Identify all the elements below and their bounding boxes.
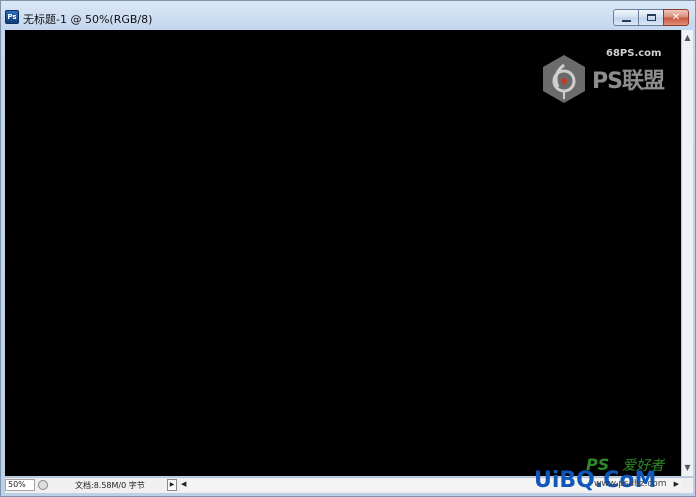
minimize-button[interactable] xyxy=(613,9,639,26)
maximize-icon xyxy=(647,14,656,21)
watermark-site: 68PS.com xyxy=(606,48,662,59)
minimize-icon xyxy=(622,20,631,22)
watermark-text: PS联盟 xyxy=(592,69,665,94)
scroll-up-icon[interactable]: ▲ xyxy=(682,32,693,44)
document-size-info: 文档:8.58M/0 字节 xyxy=(75,481,145,490)
zoom-input[interactable]: 50% xyxy=(5,479,35,491)
status-info-icon[interactable] xyxy=(38,480,48,490)
window-title: 无标题-1 @ 50%(RGB/8) xyxy=(23,13,153,26)
status-menu-arrow-icon[interactable]: ▶ xyxy=(167,479,177,491)
close-icon: ✕ xyxy=(671,12,681,23)
maximize-button[interactable] xyxy=(638,9,664,26)
ps-league-logo-icon xyxy=(543,55,585,103)
document-window: Ps 无标题-1 @ 50%(RGB/8) ✕ 68PS.com PS联盟 ▲ xyxy=(0,0,696,497)
title-bar[interactable]: Ps 无标题-1 @ 50%(RGB/8) ✕ xyxy=(1,1,695,29)
scroll-left-icon[interactable]: ◀ xyxy=(181,480,186,488)
close-button[interactable]: ✕ xyxy=(663,9,689,26)
site-watermark-url: www.psahz.com xyxy=(594,479,667,489)
vertical-scrollbar[interactable]: ▲ ▼ xyxy=(681,30,693,476)
site-watermark: PS 爱好者 UiBQ.CoM www.psahz.com xyxy=(534,453,684,495)
canvas-watermark: 68PS.com PS联盟 xyxy=(536,45,671,107)
window-controls: ✕ xyxy=(613,9,689,26)
photoshop-app-icon[interactable]: Ps xyxy=(5,10,19,24)
